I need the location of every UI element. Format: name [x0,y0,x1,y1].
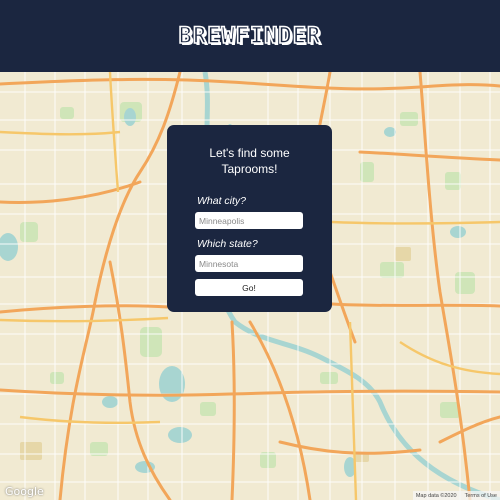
card-title-line2: Taprooms! [221,162,278,176]
go-button[interactable]: Go! [195,279,303,296]
state-input[interactable] [195,255,303,272]
search-card: Let's find some Taprooms! What city? Whi… [167,125,332,312]
card-title: Let's find some Taprooms! [195,145,304,177]
state-label: Which state? [197,238,258,250]
terms-of-use-link[interactable]: Terms of Use [465,493,497,499]
city-label: What city? [197,195,247,207]
card-title-line1: Let's find some [209,146,290,160]
city-input[interactable] [195,212,303,229]
brewfinder-logo: BREWFINDER [178,23,322,50]
map-data-credit: Map data ©2020 [415,492,457,499]
map-attribution: Map data ©2020 Terms of Use [412,491,500,500]
google-logo: Google [5,485,44,498]
app-header: BREWFINDER [0,0,500,72]
